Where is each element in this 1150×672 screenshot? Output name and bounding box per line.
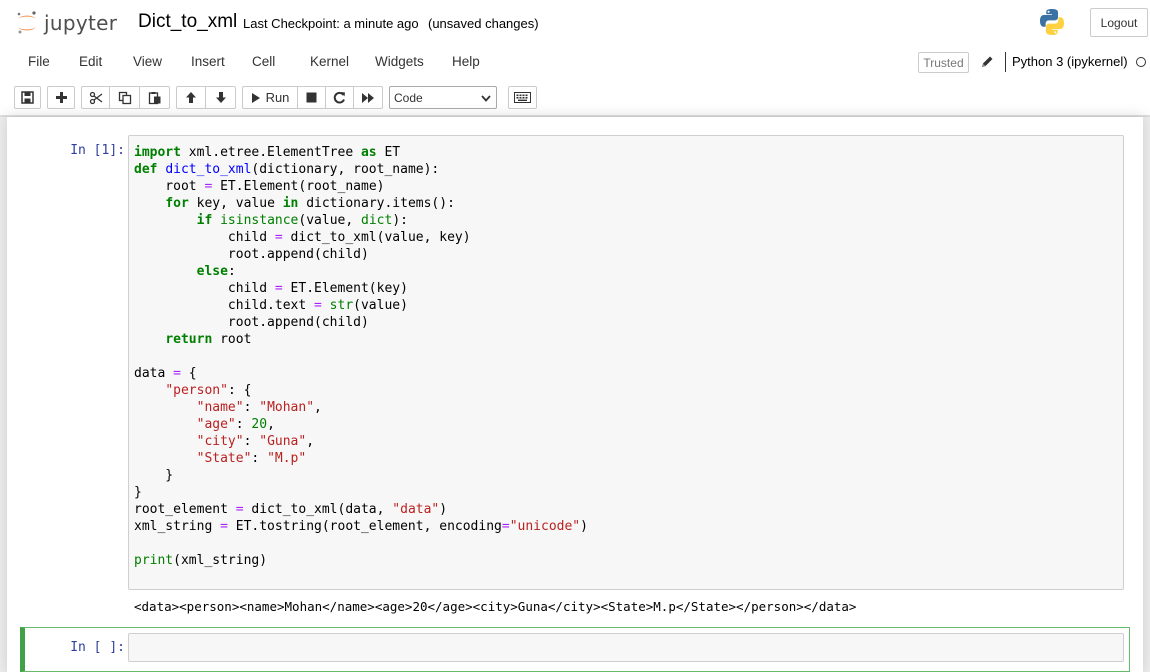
arrow-up-icon <box>186 92 196 103</box>
menu-cell[interactable]: Cell <box>238 46 297 76</box>
code-line: return root <box>165 332 252 347</box>
restart-run-all-button[interactable] <box>354 86 383 109</box>
empty-code-editor[interactable] <box>128 633 1124 662</box>
plus-icon <box>55 92 67 103</box>
kernel-separator <box>1005 52 1006 72</box>
copy-icon <box>118 91 131 104</box>
cut-button[interactable] <box>81 86 110 109</box>
code-line: import xml.etree.ElementTree as ET <box>134 145 401 160</box>
code-line: data = { <box>134 366 197 381</box>
interrupt-button[interactable] <box>298 86 326 109</box>
kernel-name[interactable]: Python 3 (ipykernel) <box>1012 54 1128 69</box>
code-line: "person": { <box>165 383 252 398</box>
code-line: child.text = str(value) <box>134 298 408 313</box>
logout-button[interactable]: Logout <box>1090 8 1148 37</box>
code-line: child = ET.Element(key) <box>134 281 408 296</box>
notebook-name[interactable]: Dict_to_xml <box>138 11 237 33</box>
menu-widgets[interactable]: Widgets <box>361 46 438 76</box>
code-line: "name": "Mohan", <box>196 400 322 415</box>
pencil-icon[interactable] <box>980 54 994 70</box>
code-line: "age": 20, <box>196 417 275 432</box>
command-palette-button[interactable] <box>508 86 537 109</box>
menu-help[interactable]: Help <box>438 46 488 76</box>
code-line: root.append(child) <box>134 315 369 330</box>
code-line: xml_string = ET.tostring(root_element, e… <box>134 519 588 534</box>
notebook-page: In [1]: import xml.etree.ElementTree as … <box>7 117 1143 672</box>
menu-kernel[interactable]: Kernel <box>297 46 361 76</box>
cell-prompt: In [ ]: <box>70 640 125 655</box>
save-icon <box>21 91 34 104</box>
move-down-button[interactable] <box>206 86 236 109</box>
code-editor[interactable]: import xml.etree.ElementTree as ET def d… <box>128 135 1124 590</box>
code-line: root.append(child) <box>134 247 369 262</box>
code-line: } <box>134 485 142 500</box>
code-line: "State": "M.p" <box>196 451 307 466</box>
menubar: File Edit View Insert Cell Kernel Widget… <box>12 46 488 76</box>
code-line: "city": "Guna", <box>196 434 315 449</box>
code-text: import xml.etree.ElementTree as ET def d… <box>129 136 1123 577</box>
menu-file[interactable]: File <box>12 46 64 76</box>
run-button[interactable]: Run <box>242 86 298 109</box>
paste-icon <box>148 91 160 104</box>
cell-type-value: Code <box>394 90 423 105</box>
code-line: for key, value in dictionary.items(): <box>165 196 455 211</box>
keyboard-icon <box>514 92 531 103</box>
move-up-button[interactable] <box>176 86 206 109</box>
menu-insert[interactable]: Insert <box>178 46 238 76</box>
jupyter-logo-icon <box>17 11 36 34</box>
kernel-idle-indicator-icon <box>1136 57 1146 67</box>
cell-type-select[interactable]: Code <box>389 86 497 109</box>
code-line: print(xml_string) <box>134 553 268 568</box>
code-line: else: <box>196 264 236 279</box>
cell-output: <data><person><name>Mohan</name><age>20<… <box>134 599 857 614</box>
arrow-down-icon <box>215 92 226 103</box>
code-line: child = dict_to_xml(value, key) <box>134 230 471 245</box>
python-logo-icon <box>1040 9 1064 35</box>
run-label: Run <box>265 90 290 105</box>
restart-icon <box>333 91 345 104</box>
code-line: } <box>134 468 174 483</box>
insert-cell-button[interactable] <box>47 86 75 109</box>
menu-edit[interactable]: Edit <box>64 46 119 76</box>
play-icon <box>251 92 260 103</box>
code-line: root = ET.Element(root_name) <box>134 179 385 194</box>
save-button[interactable] <box>14 86 41 109</box>
notebook-area: In [1]: import xml.etree.ElementTree as … <box>0 117 1150 672</box>
menu-view[interactable]: View <box>119 46 178 76</box>
logo-text: jupyter <box>44 11 118 35</box>
notebook-header: jupyter Dict_to_xml Last Checkpoint: a m… <box>0 0 1150 116</box>
checkpoint-status: Last Checkpoint: a minute ago <box>243 16 419 31</box>
trusted-indicator[interactable]: Trusted <box>918 52 969 73</box>
autosave-status: (unsaved changes) <box>428 16 539 31</box>
cell-prompt: In [1]: <box>70 143 125 158</box>
paste-button[interactable] <box>140 86 170 109</box>
chevron-down-icon <box>481 95 491 102</box>
jupyter-logo[interactable]: jupyter <box>16 9 117 37</box>
restart-kernel-button[interactable] <box>326 86 354 109</box>
stop-icon <box>306 92 317 103</box>
code-line: root_element = dict_to_xml(data, "data") <box>134 502 448 517</box>
fast-forward-icon <box>362 92 374 103</box>
cut-icon <box>89 91 102 104</box>
code-line: def dict_to_xml(dictionary, root_name): <box>134 162 440 177</box>
code-line: if isinstance(value, dict): <box>196 213 408 228</box>
copy-button[interactable] <box>110 86 140 109</box>
